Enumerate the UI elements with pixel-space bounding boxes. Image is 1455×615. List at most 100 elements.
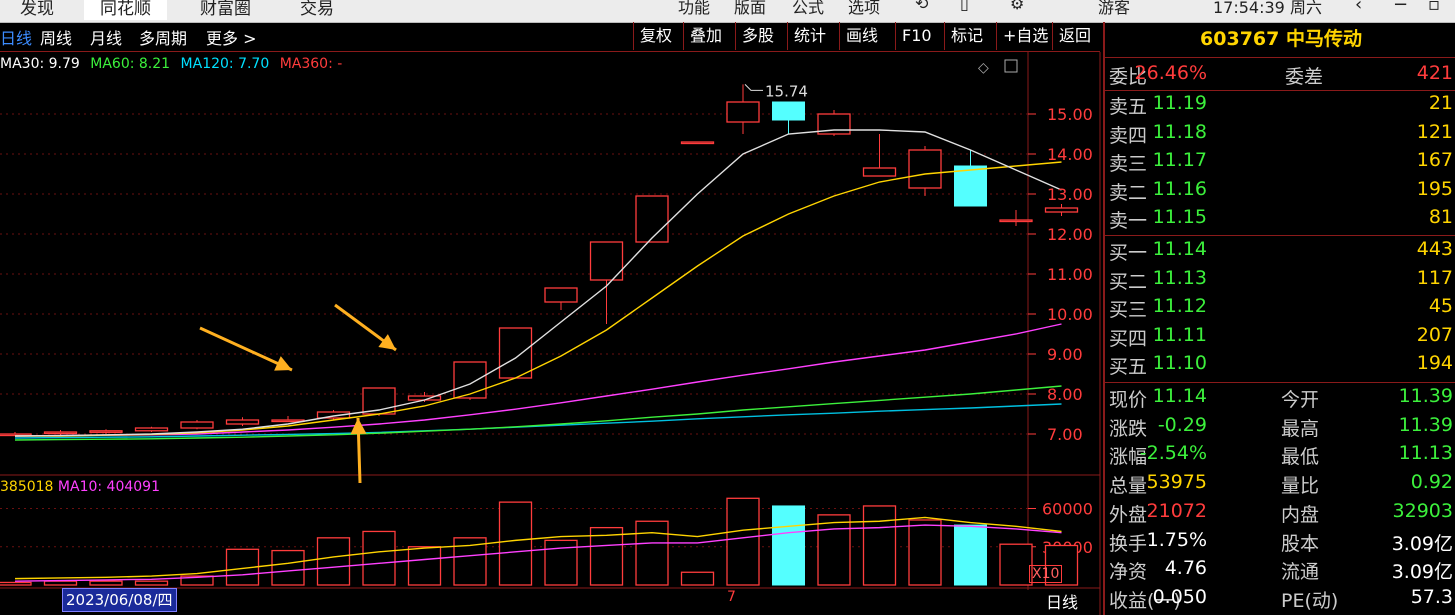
candle-body — [862, 167, 897, 177]
divider — [1105, 90, 1455, 91]
sell-price: 11.16 — [1152, 177, 1207, 200]
stat-row: 涨跌 -0.29 最高 11.39 — [1105, 414, 1455, 443]
price-tick-label: 9.00 — [1047, 345, 1083, 364]
candle-body — [999, 219, 1033, 223]
divider — [1105, 382, 1455, 383]
candle-body — [635, 195, 669, 243]
candle-body — [1044, 207, 1079, 213]
stat-value2: 11.39 — [1398, 385, 1453, 407]
x10-label[interactable]: X10 — [1029, 565, 1063, 583]
volume-bar — [635, 520, 669, 586]
date-tick: 7 — [727, 589, 736, 605]
back-icon[interactable]: ‹ — [1355, 0, 1362, 15]
buy-price: 11.14 — [1152, 238, 1207, 260]
sell-price: 11.17 — [1152, 149, 1207, 171]
candle-body — [225, 419, 260, 425]
minimize-icon[interactable]: − — [1393, 0, 1408, 15]
buy-volume: 207 — [1416, 323, 1453, 346]
buy-price: 11.13 — [1152, 266, 1207, 289]
ma-layer — [14, 129, 1062, 441]
diff-value: 421 — [1416, 62, 1453, 84]
stat-label2: 量比 — [1281, 475, 1320, 498]
sell-row[interactable]: 卖二 11.16 195 — [1105, 178, 1455, 207]
sell-volume: 21 — [1428, 92, 1453, 114]
price-tick-label: 11.00 — [1047, 265, 1093, 284]
arrow-head — [378, 334, 396, 350]
ratio-row: 委比 26.46% 委差 421 — [1105, 62, 1455, 91]
sell-row[interactable]: 卖一 11.15 81 — [1105, 206, 1455, 235]
volume-bar — [680, 571, 715, 586]
volume-bar — [134, 580, 169, 586]
high-label: 15.74 — [765, 82, 808, 100]
buy-row[interactable]: 买五 11.10 194 — [1105, 352, 1455, 381]
volume-bar — [407, 546, 442, 586]
stat-row: 换手 1.75% 股本 3.09亿 — [1105, 529, 1455, 558]
volume-bar — [726, 497, 760, 586]
candle-body — [908, 149, 942, 189]
volume-bar — [498, 501, 533, 586]
high-marker — [744, 84, 763, 91]
stat-value: 21072 — [1146, 499, 1207, 522]
stat-value: 53975 — [1146, 471, 1207, 494]
stat-label2: PE(动) — [1281, 589, 1339, 612]
annotation-arrow-1 — [199, 326, 293, 372]
stat-value: -0.29 — [1157, 413, 1207, 436]
divider — [1105, 57, 1455, 58]
stat-label2: 最低 — [1281, 446, 1320, 469]
sell-row[interactable]: 卖三 11.17 167 — [1105, 149, 1455, 178]
ma30-line — [14, 129, 1062, 437]
buy-row[interactable]: 买一 11.14 443 — [1105, 238, 1455, 267]
price-tick-label: 10.00 — [1047, 305, 1093, 324]
sell-price: 11.19 — [1152, 92, 1207, 114]
volume-bar — [43, 580, 78, 586]
ma60-line — [14, 385, 1062, 441]
maximize-icon[interactable]: ▫ — [1428, 0, 1440, 15]
buy-volume: 443 — [1416, 238, 1453, 260]
volume-bar — [817, 514, 851, 586]
clock: 17:54:39 周六 — [1213, 0, 1322, 17]
buy-price: 11.11 — [1152, 323, 1207, 346]
sell-price: 11.15 — [1152, 206, 1207, 228]
sell-row[interactable]: 卖四 11.18 121 — [1105, 121, 1455, 150]
price-tick-label: 13.00 — [1047, 185, 1093, 204]
candle-body — [954, 165, 987, 207]
divider — [1105, 235, 1455, 236]
price-tick-label: 12.00 — [1047, 225, 1093, 244]
candle-body — [680, 141, 715, 145]
volume-bar — [999, 543, 1033, 586]
candle-body — [43, 431, 78, 435]
stat-value: 4.76 — [1164, 557, 1207, 580]
ratio-value: 26.46% — [1134, 62, 1207, 84]
buy-price: 11.10 — [1152, 352, 1207, 374]
annotation-arrow-3 — [350, 417, 367, 484]
stat-value: 1.75% — [1146, 528, 1207, 551]
candle-body — [498, 327, 533, 379]
sell-row[interactable]: 卖五 11.19 21 — [1105, 92, 1455, 121]
volume-bar — [908, 519, 942, 586]
ma-yellow-line — [15, 161, 1062, 437]
volume-layer: 6000030000 — [0, 497, 1093, 586]
price-tick-label: 15.00 — [1047, 105, 1093, 124]
price-tick-label: 8.00 — [1047, 385, 1083, 404]
buy-row[interactable]: 买三 11.12 45 — [1105, 295, 1455, 324]
period-label[interactable]: 日线 — [1046, 589, 1078, 613]
sell-volume: 195 — [1416, 177, 1453, 200]
stat-label2: 股本 — [1281, 532, 1320, 555]
kline-chart[interactable]: 15.00 14.00 13.00 12.00 11.00 10.00 9.00 8.00 7.… — [0, 0, 1103, 615]
quote-panel: 603767 中马传动 委比 26.46% 委差 421 卖五 11.19 21 卖四… — [1103, 22, 1455, 615]
buy-volume: 45 — [1428, 295, 1453, 317]
candle-body — [726, 101, 760, 123]
stat-value2: 0.92 — [1410, 471, 1453, 494]
stat-row: 现价 11.14 今开 11.39 — [1105, 385, 1455, 414]
volume-tick-label: 60000 — [1042, 500, 1093, 519]
buy-row[interactable]: 买二 11.13 117 — [1105, 267, 1455, 296]
buy-volume: 117 — [1416, 266, 1453, 289]
price-tick-label: 14.00 — [1047, 145, 1093, 164]
stat-value2: 11.13 — [1398, 442, 1453, 465]
stat-value2: 57.3 — [1410, 585, 1453, 608]
buy-row[interactable]: 买四 11.11 207 — [1105, 324, 1455, 353]
stat-row: 外盘 21072 内盘 32903 — [1105, 500, 1455, 529]
stat-value2: 3.09亿 — [1391, 532, 1453, 555]
stat-label2: 最高 — [1281, 417, 1320, 440]
volume-ma10-line — [14, 524, 1062, 582]
